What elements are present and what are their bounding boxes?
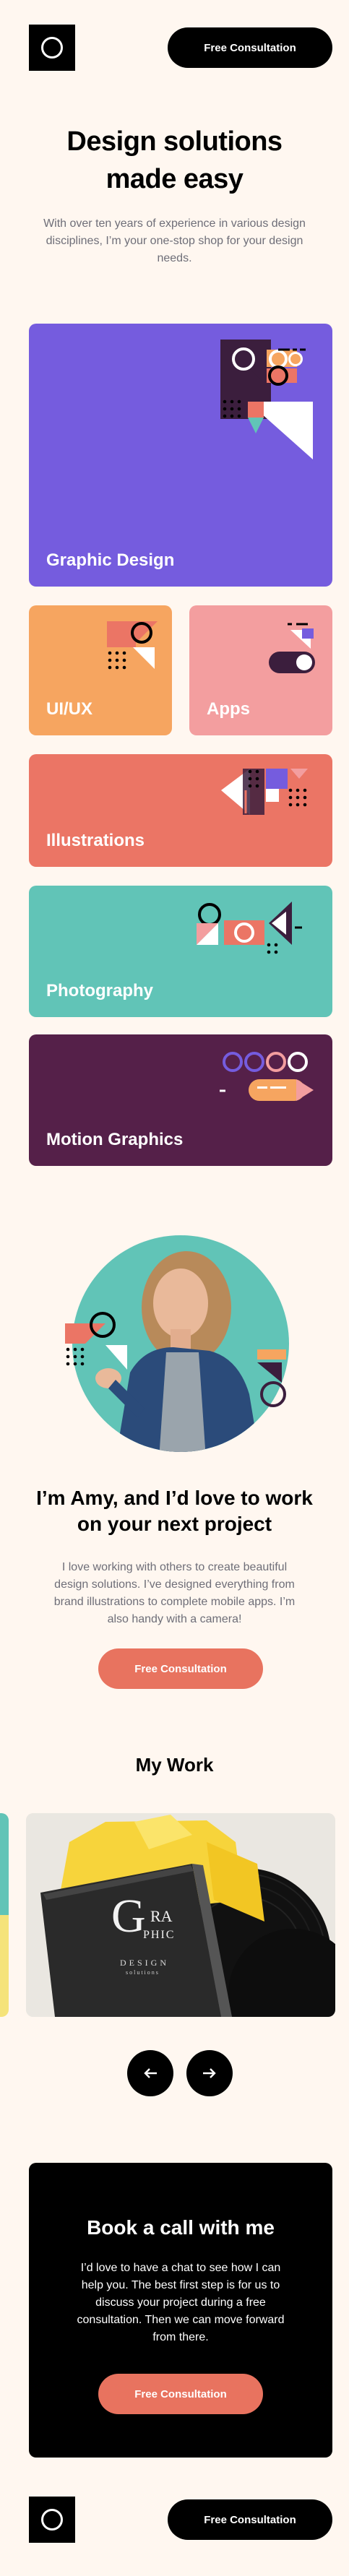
header-consultation-button[interactable]: Free Consultation [168,27,332,68]
service-card-ui-ux[interactable]: UI/UX [29,605,172,735]
service-label-illustrations: Illustrations [46,831,145,850]
work-title: My Work [135,1754,214,1776]
service-card-motion-graphics[interactable]: Motion Graphics [29,1034,332,1166]
arrow-left-icon [144,2068,157,2078]
logo[interactable] [29,25,75,71]
photography-illustration [197,902,302,954]
motion-graphics-illustration [220,1052,314,1101]
book-text-ra: RA [150,1907,173,1925]
carousel-slide-graphic-book[interactable]: G RA PHIC DESIGN solutions [26,1813,335,2017]
about-text: I love working with others to create bea… [53,1561,296,1625]
footer-logo[interactable] [29,2497,75,2543]
booking-consultation-button[interactable]: Free Consultation [98,2374,263,2414]
service-label-apps: Apps [207,699,250,719]
logo-circle-icon [41,37,63,59]
portrait-illustration [65,1235,289,1452]
book-text-solutions: solutions [126,1969,160,1976]
service-card-photography[interactable]: Photography [29,886,332,1017]
booking-title: Book a call with me [87,2216,275,2239]
carousel-prev-button[interactable] [127,2050,173,2096]
hero-title: Design solutions made easy [66,126,283,194]
illustrations-illustration [221,769,308,815]
service-label-graphic-design: Graphic Design [46,550,175,570]
about-title: I’m Amy, and I’d love to work on your ne… [36,1487,313,1535]
hero-subtitle: With over ten years of experience in var… [43,217,306,264]
graphic-book-photo [26,1813,335,2017]
ui-ux-illustration [107,621,158,670]
apps-illustration [269,623,315,673]
book-text-design: DESIGN [120,1958,169,1968]
footer-consultation-button[interactable]: Free Consultation [168,2499,332,2540]
service-card-graphic-design[interactable]: Graphic Design [29,324,332,587]
service-label-ui-ux: UI/UX [46,699,93,719]
about-consultation-button[interactable]: Free Consultation [98,1648,263,1689]
graphic-design-illustration [220,340,313,459]
booking-text: I’d love to have a chat to see how I can… [77,2262,285,2343]
footer-logo-circle-icon [41,2509,63,2530]
service-label-motion-graphics: Motion Graphics [46,1130,184,1149]
carousel-prev-slide[interactable] [0,1813,9,2017]
booking-card: Book a call with me I’d love to have a c… [29,2163,332,2458]
book-text-phic: PHIC [143,1929,176,1941]
arrow-right-icon [203,2068,216,2078]
service-card-illustrations[interactable]: Illustrations [29,754,332,867]
book-letter-g: G [111,1890,146,1942]
carousel-next-button[interactable] [186,2050,233,2096]
service-card-apps[interactable]: Apps [189,605,332,735]
service-label-photography: Photography [46,981,153,1000]
